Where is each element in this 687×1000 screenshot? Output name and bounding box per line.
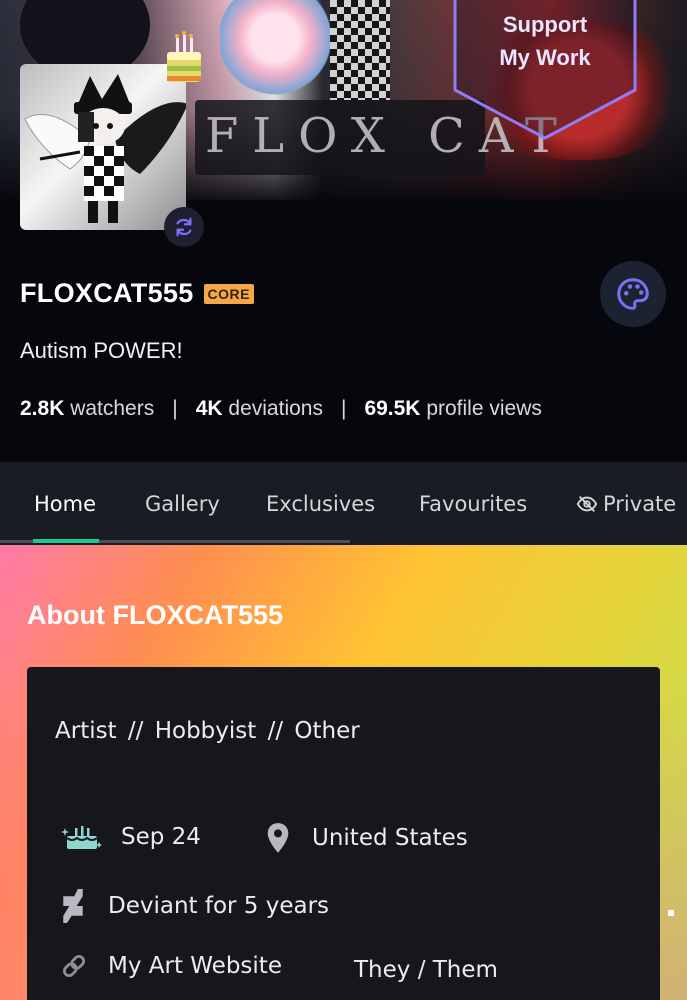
decoration-dot [668,910,674,916]
link-icon [60,952,88,980]
pronouns-text: They / Them [354,957,498,983]
eye-off-icon [576,495,598,512]
tab-gallery[interactable]: Gallery [145,462,220,545]
artist-roles: Artist // Hobbyist // Other [55,718,360,744]
banner-art-checker [330,0,390,100]
watchers-label[interactable]: watchers [70,397,154,420]
birthday-cake-badge-icon [162,30,206,88]
profile-stats: 2.8K watchers | 4K deviations | 69.5K profil… [20,397,542,421]
deviant-since-text: Deviant for 5 years [108,893,330,919]
website-info[interactable]: My Art Website [60,952,282,980]
customize-theme-button[interactable] [600,261,666,327]
tab-private-label: Private [603,491,677,516]
tab-exclusives[interactable]: Exclusives [266,462,375,545]
tab-private[interactable]: Private [576,462,676,545]
profile-views-count: 69.5K [364,397,421,420]
cake-icon [60,822,104,852]
location-text: United States [312,825,468,851]
profile-tagline: Autism POWER! [20,338,183,363]
avatar[interactable] [20,64,186,230]
about-title: About FLOXCAT555 [27,600,283,630]
stats-separator: | [340,397,347,420]
birthday-text: Sep 24 [121,824,201,850]
pronouns-info: They / Them [354,957,498,983]
deviant-since-info: Deviant for 5 years [60,889,329,923]
username-row: FLOXCAT555 CORE [20,278,254,309]
birthday-info: Sep 24 [60,822,201,852]
support-my-work-button[interactable]: Support My Work [452,0,638,140]
palette-icon [617,278,649,310]
deviantart-logo-icon [60,889,86,923]
banner-art-face [220,0,330,95]
website-link[interactable]: My Art Website [108,953,282,979]
refresh-icon [176,217,192,237]
location-pin-icon [264,822,292,854]
stats-separator: | [172,397,178,420]
avatar-character-icon [24,74,186,223]
support-label-line2: My Work [499,45,591,70]
support-label-line1: Support [502,12,588,37]
avatar-refresh-button[interactable] [164,207,204,247]
deviations-count[interactable]: 4K [196,397,223,420]
profile-views-label: profile views [426,397,542,420]
core-badge[interactable]: CORE [203,283,254,304]
tab-home[interactable]: Home [34,462,96,545]
username[interactable]: FLOXCAT555 [20,278,194,309]
support-label: Support My Work [452,8,638,74]
location-info: United States [264,822,468,854]
tab-favourites[interactable]: Favourites [419,462,527,545]
deviations-label[interactable]: deviations [228,397,323,420]
watchers-count[interactable]: 2.8K [20,397,64,420]
active-tab-indicator [33,539,99,543]
profile-tab-bar: Home Gallery Exclusives Favourites Priva… [0,462,687,545]
